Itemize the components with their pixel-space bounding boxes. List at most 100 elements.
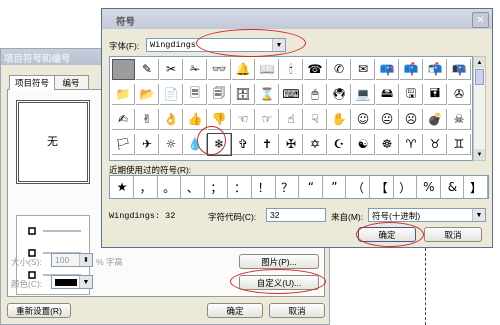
symbol-cell[interactable]: ♈ bbox=[400, 134, 423, 155]
symbol-cell[interactable]: 🗄 bbox=[232, 84, 255, 105]
symbol-cell[interactable]: ☟ bbox=[304, 109, 327, 130]
symbol-cell[interactable]: 🏳 bbox=[112, 134, 135, 155]
symbol-grid-scrollbar[interactable]: ▲ ▼ bbox=[473, 56, 486, 161]
symbol-cell[interactable]: ⌛ bbox=[256, 84, 279, 105]
char-code-input[interactable]: 32 bbox=[266, 208, 326, 222]
symbol-cell[interactable]: 🔔 bbox=[232, 59, 255, 80]
symbol-cell[interactable]: ☹ bbox=[400, 109, 423, 130]
symbol-cell[interactable]: 👎 bbox=[208, 109, 231, 130]
symbol-cell[interactable]: 🖱 bbox=[304, 84, 327, 105]
symbol-cell[interactable]: 📫 bbox=[400, 59, 423, 80]
symbol-cell[interactable]: ✎ bbox=[136, 59, 159, 80]
customize-button[interactable]: 自定义(U)... bbox=[239, 275, 319, 290]
symbol-cancel-button[interactable]: 取消 bbox=[424, 227, 482, 242]
symbol-cell[interactable]: 💧 bbox=[184, 134, 207, 155]
symbol-cell[interactable]: ✆ bbox=[328, 59, 351, 80]
tab-numbering[interactable]: 编号 bbox=[53, 75, 89, 90]
symbol-cell[interactable]: 🖲 bbox=[328, 84, 351, 105]
symbol-cell[interactable]: ⌨ bbox=[280, 84, 303, 105]
symbol-cell[interactable]: ✂ bbox=[160, 59, 183, 80]
symbol-cell[interactable]: 😐 bbox=[376, 109, 399, 130]
symbol-cell[interactable]: 👓 bbox=[208, 59, 231, 80]
recent-symbol-cell[interactable]: % bbox=[418, 176, 441, 198]
symbol-cell[interactable]: 💣 bbox=[424, 109, 447, 130]
bullets-ok-button[interactable]: 确定 bbox=[207, 303, 263, 318]
symbol-cell[interactable]: 📭 bbox=[448, 59, 471, 80]
symbol-cell[interactable]: 🖴 bbox=[376, 84, 399, 105]
symbol-cell[interactable]: 👍 bbox=[184, 109, 207, 130]
recent-symbol-cell[interactable]: ★ bbox=[111, 176, 134, 198]
bullets-cancel-button[interactable]: 取消 bbox=[269, 303, 325, 318]
bullet-option-none[interactable]: 无 bbox=[16, 100, 90, 184]
symbol-cell[interactable]: ✝ bbox=[256, 134, 279, 155]
symbol-cell[interactable]: ♉ bbox=[424, 134, 447, 155]
recent-symbol-cell[interactable]: （ bbox=[347, 176, 370, 198]
symbol-cell[interactable]: ☸ bbox=[376, 134, 399, 155]
symbol-cell[interactable]: ♊ bbox=[448, 134, 471, 155]
symbol-cell[interactable]: 🖫 bbox=[400, 84, 423, 105]
chevron-down-icon[interactable]: ▼ bbox=[472, 209, 485, 221]
symbol-cell[interactable]: ✈ bbox=[136, 134, 159, 155]
scroll-up-icon[interactable]: ▲ bbox=[474, 57, 485, 68]
scrollbar-thumb[interactable] bbox=[475, 69, 484, 85]
color-picker[interactable]: ▼ bbox=[51, 275, 93, 289]
symbol-cell[interactable]: 📂 bbox=[136, 84, 159, 105]
symbol-cell[interactable]: ✋ bbox=[328, 109, 351, 130]
recent-symbol-cell[interactable]: ） bbox=[394, 176, 418, 198]
symbol-cell[interactable]: ☼ bbox=[160, 134, 183, 155]
symbol-cell[interactable]: ☪ bbox=[328, 134, 351, 155]
recent-symbol-cell[interactable]: ， bbox=[135, 176, 158, 198]
recent-symbol-cell[interactable]: 。 bbox=[158, 176, 182, 198]
size-spinner[interactable]: 100 ⬍ bbox=[51, 253, 93, 267]
recent-symbol-cell[interactable]: ？ bbox=[276, 176, 300, 198]
symbol-cell[interactable]: ✠ bbox=[280, 134, 303, 155]
symbol-cell[interactable]: ✉ bbox=[352, 59, 375, 80]
symbol-cell[interactable]: ❄ bbox=[207, 133, 232, 156]
symbol-cell[interactable]: ☯ bbox=[352, 134, 375, 155]
recent-symbol-cell[interactable]: 、 bbox=[182, 176, 205, 198]
chevron-down-icon[interactable]: ▼ bbox=[272, 39, 285, 51]
symbol-cell[interactable]: 📪 bbox=[376, 59, 399, 80]
symbol-cell[interactable]: ✇ bbox=[448, 84, 471, 105]
symbol-cell[interactable]: 📖 bbox=[256, 59, 279, 80]
symbol-cell[interactable]: 🗏 bbox=[184, 84, 207, 105]
recent-symbol-cell[interactable]: & bbox=[441, 176, 465, 198]
from-select[interactable]: 符号(十进制) ▼ bbox=[368, 208, 486, 222]
symbol-cell[interactable]: ☠ bbox=[448, 109, 471, 130]
symbol-cell[interactable]: 📁 bbox=[112, 84, 135, 105]
symbol-cell[interactable]: ☞ bbox=[256, 109, 279, 130]
recent-symbol-cell[interactable]: “ bbox=[300, 176, 323, 198]
symbol-cell[interactable]: ☜ bbox=[232, 109, 255, 130]
symbol-cell[interactable]: ☎ bbox=[304, 59, 327, 80]
symbol-ok-button[interactable]: 确定 bbox=[358, 227, 416, 242]
symbol-cell[interactable]: 🕯 bbox=[280, 59, 303, 80]
symbol-cell[interactable]: 👌 bbox=[160, 109, 183, 130]
symbol-cell[interactable]: 📬 bbox=[424, 59, 447, 80]
tab-bullets[interactable]: 项目符号 bbox=[9, 75, 55, 90]
symbol-cell[interactable]: ✁ bbox=[184, 59, 207, 80]
chevron-down-icon[interactable]: ▼ bbox=[79, 276, 92, 288]
symbol-cell[interactable]: 🖬 bbox=[424, 84, 447, 105]
scroll-down-icon[interactable]: ▼ bbox=[474, 149, 485, 160]
picture-button[interactable]: 图片(P)... bbox=[239, 254, 319, 269]
symbol-cell[interactable] bbox=[112, 59, 135, 80]
symbol-cell[interactable]: 🗐 bbox=[208, 84, 231, 105]
symbol-cell[interactable]: ✡ bbox=[304, 134, 327, 155]
symbol-cell[interactable]: ☝ bbox=[280, 109, 303, 130]
recent-symbol-cell[interactable]: ！ bbox=[253, 176, 276, 198]
symbol-cell[interactable]: ☺ bbox=[352, 109, 375, 130]
close-icon[interactable]: ✕ bbox=[472, 12, 489, 28]
symbol-cell[interactable]: 📄 bbox=[160, 84, 183, 105]
font-select[interactable]: Wingdings ▼ bbox=[146, 38, 286, 52]
symbol-cell[interactable]: ✞ bbox=[232, 134, 255, 155]
symbol-cell[interactable]: 💻 bbox=[352, 84, 375, 105]
recent-symbol-cell[interactable]: ： bbox=[229, 176, 252, 198]
symbol-cell[interactable]: ✌ bbox=[136, 109, 159, 130]
symbol-cell[interactable]: ✍ bbox=[112, 109, 135, 130]
recent-symbol-cell[interactable]: ； bbox=[205, 176, 229, 198]
recent-symbol-cell[interactable]: ” bbox=[323, 176, 347, 198]
spinner-arrows-icon[interactable]: ⬍ bbox=[79, 254, 92, 266]
recent-symbol-cell[interactable]: 【 bbox=[371, 176, 394, 198]
recent-symbol-cell[interactable]: 】 bbox=[465, 176, 488, 198]
reset-button[interactable]: 重新设置(R) bbox=[7, 303, 71, 318]
